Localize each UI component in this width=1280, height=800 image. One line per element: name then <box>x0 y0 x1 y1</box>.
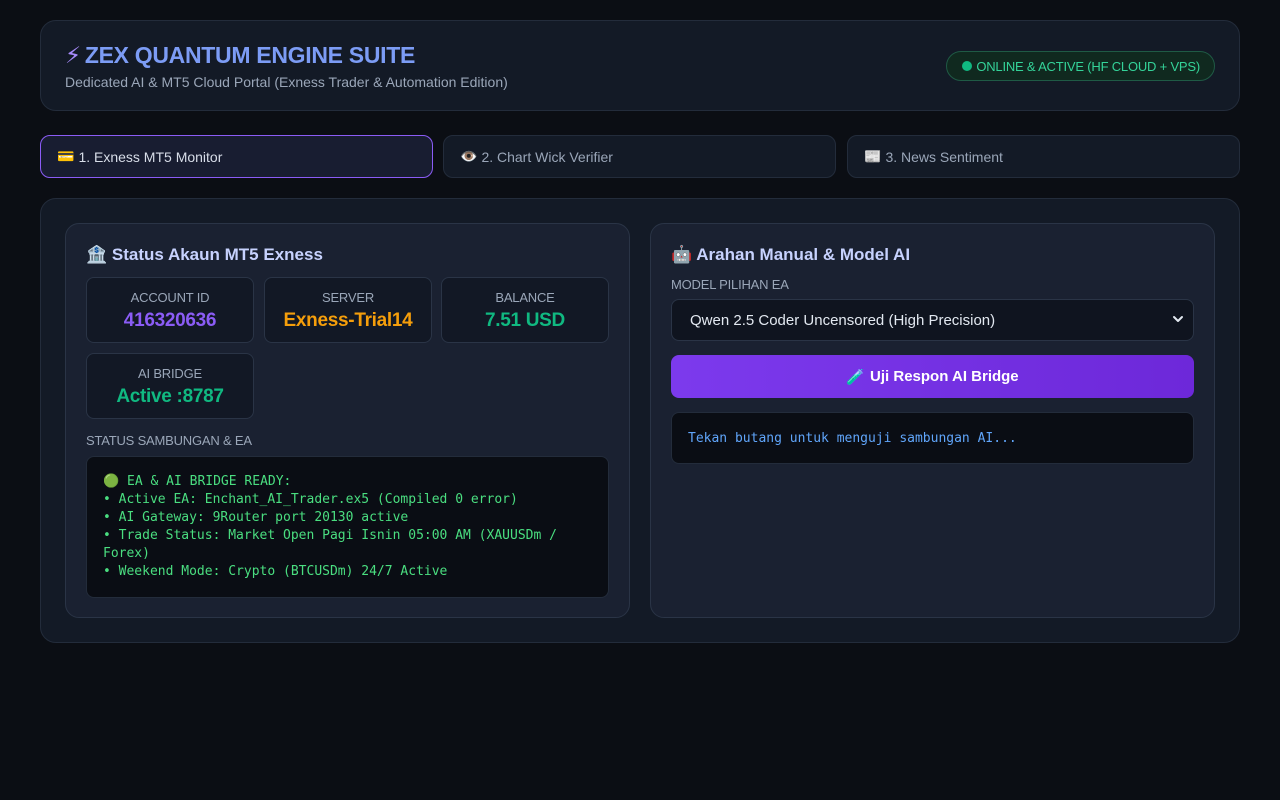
status-badge: ONLINE & ACTIVE (HF CLOUD + VPS) <box>946 51 1215 81</box>
app-title: ⚡ ZEX QUANTUM ENGINE SUITE <box>65 42 415 69</box>
ai-card-title-text: Arahan Manual & Model AI <box>696 245 911 264</box>
test-ai-bridge-button[interactable]: 🧪 Uji Respon AI Bridge <box>671 355 1194 398</box>
tab-chart-wick-verifier[interactable]: 👁️ 2. Chart Wick Verifier <box>443 135 836 178</box>
tab-news-sentiment[interactable]: 📰 3. News Sentiment <box>847 135 1240 178</box>
account-status-card: 🏦 Status Akaun MT5 Exness ACCOUNT ID 416… <box>65 223 630 618</box>
ai-bridge-stat: AI BRIDGE Active :8787 <box>86 353 254 419</box>
stat-value: Active :8787 <box>116 386 224 407</box>
balance-stat: BALANCE 7.51 USD <box>441 277 609 343</box>
status-badge-text: ONLINE & ACTIVE (HF CLOUD + VPS) <box>976 58 1200 74</box>
stat-value: Exness-Trial14 <box>283 310 413 331</box>
tab-label: 1. Exness MT5 Monitor <box>78 148 223 165</box>
connection-status-label: STATUS SAMBUNGAN & EA <box>86 433 252 448</box>
account-id-stat: ACCOUNT ID 416320636 <box>86 277 254 343</box>
account-card-title-text: Status Akaun MT5 Exness <box>111 245 323 264</box>
model-select[interactable]: Qwen 2.5 Coder Uncensored (High Precisio… <box>671 299 1194 341</box>
model-select-label: MODEL PILIHAN EA <box>671 277 789 292</box>
bank-icon: 🏦 <box>86 245 108 264</box>
tab-label: 3. News Sentiment <box>885 148 1003 165</box>
stat-label: ACCOUNT ID <box>130 290 210 305</box>
ai-response-output: Tekan butang untuk menguji sambungan AI.… <box>671 412 1194 464</box>
ai-card-title: 🤖 Arahan Manual & Model AI <box>671 245 910 265</box>
stat-label: BALANCE <box>495 290 555 305</box>
newspaper-icon: 📰 <box>864 148 882 164</box>
main-panel: 🏦 Status Akaun MT5 Exness ACCOUNT ID 416… <box>40 198 1240 643</box>
stat-label: AI BRIDGE <box>138 366 202 381</box>
app-header: ⚡ ZEX QUANTUM ENGINE SUITE Dedicated AI &… <box>40 20 1240 111</box>
eye-icon: 👁️ <box>460 148 478 164</box>
stat-label: SERVER <box>321 290 375 305</box>
server-stat: SERVER Exness-Trial14 <box>264 277 432 343</box>
credit-card-icon: 💳 <box>57 148 75 164</box>
test-ai-bridge-button-label: Uji Respon AI Bridge <box>870 368 1019 385</box>
stat-value: 7.51 USD <box>485 310 565 331</box>
chevron-down-icon <box>1173 316 1183 322</box>
tab-exness-mt5-monitor[interactable]: 💳 1. Exness MT5 Monitor <box>40 135 433 178</box>
app-subtitle: Dedicated AI & MT5 Cloud Portal (Exness … <box>65 74 508 90</box>
model-select-value: Qwen 2.5 Coder Uncensored (High Precisio… <box>690 311 996 329</box>
robot-icon: 🤖 <box>671 245 693 264</box>
connection-status-log: 🟢 EA & AI BRIDGE READY: • Active EA: Enc… <box>86 456 609 598</box>
app-title-text: ZEX QUANTUM ENGINE SUITE <box>84 42 416 68</box>
account-card-title: 🏦 Status Akaun MT5 Exness <box>86 245 323 265</box>
ai-command-card: 🤖 Arahan Manual & Model AI MODEL PILIHAN… <box>650 223 1215 618</box>
status-dot-icon <box>962 61 973 71</box>
test-tube-icon: 🧪 <box>846 368 866 386</box>
stat-value: 416320636 <box>123 310 217 331</box>
tab-label: 2. Chart Wick Verifier <box>481 148 613 165</box>
bolt-icon: ⚡ <box>65 42 81 68</box>
